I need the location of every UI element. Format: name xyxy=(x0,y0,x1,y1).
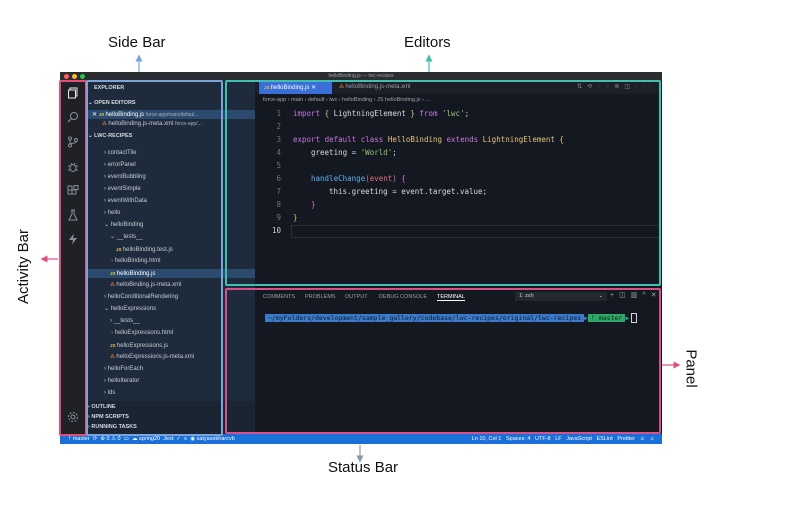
cloud-icon: ☁ xyxy=(131,436,139,442)
status-prettier[interactable]: Prettier xyxy=(617,436,635,442)
status-eol[interactable]: LF xyxy=(555,436,561,442)
editors-highlight xyxy=(225,80,661,286)
status-right: Ln 10, Col 1 Spaces: 4 UTF-8 LF JavaScri… xyxy=(472,434,654,444)
status-jest[interactable]: Jest: ✓ xyxy=(163,436,181,442)
status-errors[interactable]: ⊗ 0 ⚠ 0 xyxy=(100,436,120,442)
status-encoding[interactable]: UTF-8 xyxy=(535,436,551,442)
status-user[interactable]: satyasekharcvb xyxy=(197,436,235,442)
feedback-icon[interactable]: ☺ xyxy=(640,436,646,442)
sync-icon[interactable]: ⟳ xyxy=(93,436,98,442)
panel-highlight xyxy=(225,288,661,434)
status-language[interactable]: JavaScript xyxy=(566,436,592,442)
status-spaces[interactable]: Spaces: 4 xyxy=(506,436,530,442)
status-org[interactable]: spring20 xyxy=(139,436,160,442)
window-title: helloBinding.js — lwc-recipes xyxy=(328,73,394,79)
status-position[interactable]: Ln 10, Col 1 xyxy=(472,436,502,442)
bell-icon[interactable]: ♫ xyxy=(650,436,654,442)
side-bar-highlight xyxy=(86,80,223,436)
activity-bar-highlight xyxy=(59,80,87,436)
status-branch[interactable]: master xyxy=(73,436,90,442)
org-icon: ▭ xyxy=(123,436,129,442)
status-eslint[interactable]: ESLint xyxy=(597,436,613,442)
menu-icon[interactable]: ≡ xyxy=(184,436,187,442)
